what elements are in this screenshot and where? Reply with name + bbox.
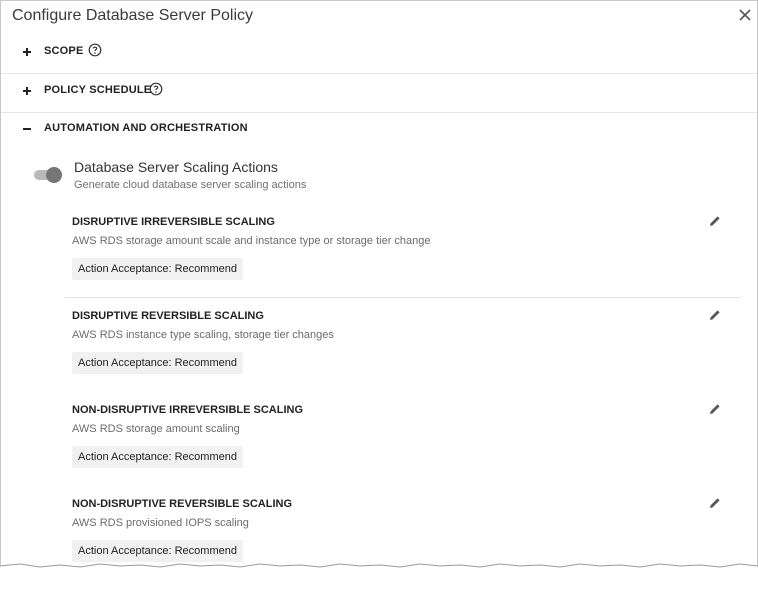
- edit-pencil-icon[interactable]: [708, 214, 722, 228]
- setting-title: DISRUPTIVE REVERSIBLE SCALING: [72, 310, 264, 322]
- section-policy-schedule[interactable]: POLICY SCHEDULE: [1, 72, 757, 110]
- section-label: AUTOMATION AND ORCHESTRATION: [44, 122, 248, 134]
- toggle-knob: [46, 167, 62, 183]
- collapse-minus-icon[interactable]: [21, 122, 33, 134]
- section-automation[interactable]: AUTOMATION AND ORCHESTRATION: [1, 110, 757, 148]
- scaling-setting-card: DISRUPTIVE REVERSIBLE SCALING AWS RDS in…: [61, 310, 741, 402]
- action-acceptance-badge: Action Acceptance: Recommend: [72, 352, 243, 374]
- help-icon[interactable]: [88, 43, 102, 57]
- action-acceptance-badge: Action Acceptance: Recommend: [72, 446, 243, 468]
- scaling-actions-title: Database Server Scaling Actions: [74, 159, 278, 175]
- help-icon[interactable]: [149, 82, 163, 96]
- expand-plus-icon[interactable]: [21, 84, 33, 96]
- setting-title: DISRUPTIVE IRREVERSIBLE SCALING: [72, 216, 275, 228]
- expand-plus-icon[interactable]: [21, 45, 33, 57]
- torn-edge: [0, 563, 758, 572]
- scaling-actions-toggle[interactable]: [34, 167, 62, 183]
- setting-description: AWS RDS storage amount scale and instanc…: [72, 235, 431, 247]
- close-icon[interactable]: [735, 5, 755, 25]
- setting-title: NON-DISRUPTIVE REVERSIBLE SCALING: [72, 498, 293, 510]
- dialog-title: Configure Database Server Policy: [12, 7, 254, 24]
- scaling-actions-subtitle: Generate cloud database server scaling a…: [74, 179, 307, 191]
- policy-dialog: Configure Database Server Policy SCOPE P…: [0, 0, 758, 572]
- scaling-setting-card: NON-DISRUPTIVE IRREVERSIBLE SCALING AWS …: [61, 404, 741, 496]
- action-acceptance-badge: Action Acceptance: Recommend: [72, 258, 243, 280]
- section-scope[interactable]: SCOPE: [1, 33, 757, 71]
- scaling-setting-card: DISRUPTIVE IRREVERSIBLE SCALING AWS RDS …: [61, 216, 741, 308]
- setting-title: NON-DISRUPTIVE IRREVERSIBLE SCALING: [72, 404, 304, 416]
- section-label: SCOPE: [44, 45, 84, 57]
- section-label: POLICY SCHEDULE: [44, 84, 152, 96]
- edit-pencil-icon[interactable]: [708, 402, 722, 416]
- setting-description: AWS RDS provisioned IOPS scaling: [72, 517, 249, 529]
- action-acceptance-badge: Action Acceptance: Recommend: [72, 540, 243, 562]
- setting-description: AWS RDS instance type scaling, storage t…: [72, 329, 334, 341]
- edit-pencil-icon[interactable]: [708, 496, 722, 510]
- setting-description: AWS RDS storage amount scaling: [72, 423, 240, 435]
- scaling-setting-card: NON-DISRUPTIVE REVERSIBLE SCALING AWS RD…: [61, 498, 741, 590]
- card-divider: [65, 297, 741, 298]
- edit-pencil-icon[interactable]: [708, 308, 722, 322]
